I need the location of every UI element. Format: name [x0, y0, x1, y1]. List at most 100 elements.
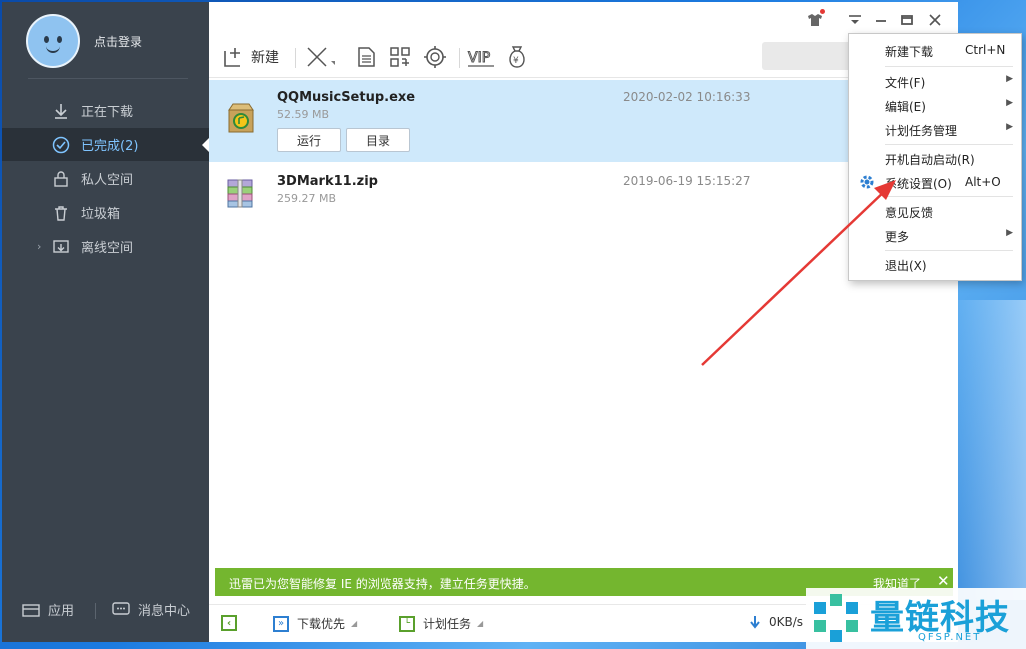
menu-item-label: 新建下载: [885, 45, 934, 59]
chevron-right-icon[interactable]: ›: [37, 240, 41, 253]
menu-item-label: 意见反馈: [885, 206, 934, 220]
skin-shirt-icon[interactable]: [807, 9, 825, 28]
menu-item-system-settings[interactable]: 系统设置(O) Alt+O: [849, 170, 1021, 194]
sidebar: 点击登录 正在下载 已完成(2) 私人空间 垃圾箱 › 离线空间 应用 消息中心: [2, 2, 209, 642]
menu-item-file[interactable]: 文件(F) ▶: [849, 69, 1021, 93]
speed-up-button[interactable]: [423, 44, 447, 70]
apps-icon: [22, 603, 40, 617]
minimize-icon[interactable]: [873, 12, 889, 28]
sidebar-item-label: 正在下载: [81, 105, 134, 120]
submenu-arrow-icon: ▶: [1006, 74, 1013, 84]
thunder-window: 点击登录 正在下载 已完成(2) 私人空间 垃圾箱 › 离线空间 应用 消息中心…: [2, 2, 958, 642]
lock-icon: [52, 170, 70, 188]
dropdown-triangle-icon: ◢: [477, 619, 484, 628]
new-file-plus-icon: [224, 48, 240, 67]
toolbar: 新建 VIP ¥: [209, 38, 958, 78]
menu-item-feedback[interactable]: 意见反馈: [849, 199, 1021, 223]
svg-text:¥: ¥: [513, 56, 519, 66]
qr-code-button[interactable]: [389, 44, 411, 70]
check-circle-icon: [52, 136, 70, 154]
sidebar-item-trash[interactable]: 垃圾箱: [2, 196, 209, 229]
money-bag-icon: ¥: [509, 46, 525, 68]
chat-bubble-icon: [112, 601, 130, 615]
menu-separator: [885, 66, 1013, 67]
trash-icon: [52, 204, 70, 222]
properties-button[interactable]: [355, 44, 377, 70]
sidebar-item-downloading[interactable]: 正在下载: [2, 94, 209, 127]
open-directory-button[interactable]: 目录: [346, 128, 410, 152]
sidebar-item-label: 已完成(2): [81, 139, 139, 154]
menu-item-label: 编辑(E): [885, 100, 926, 114]
file-name: QQMusicSetup.exe: [277, 90, 416, 105]
apps-button[interactable]: 应用: [22, 600, 74, 619]
menu-item-label: 更多: [885, 230, 910, 244]
download-speed-value: 0KB/s: [769, 615, 804, 629]
notice-text: 迅雷已为您智能修复 IE 的浏览器支持，建立任务更快捷。: [229, 577, 536, 591]
file-size: 259.27 MB: [277, 192, 337, 205]
menu-separator: [885, 144, 1013, 145]
delete-x-icon: [307, 47, 335, 67]
menu-item-shortcut: Ctrl+N: [965, 43, 1006, 57]
sidebar-divider: [28, 78, 188, 79]
menu-item-label: 计划任务管理: [885, 124, 958, 138]
run-button[interactable]: 运行: [277, 128, 341, 152]
vip-button[interactable]: VIP: [467, 44, 495, 70]
menu-dropdown-icon[interactable]: [847, 12, 863, 28]
new-task-label: 新建: [251, 50, 279, 66]
download-priority-label: 下载优先: [297, 617, 346, 631]
scheduled-task-dropdown[interactable]: └ 计划任务 ◢: [399, 615, 483, 632]
task-row-selected[interactable]: QQMusicSetup.exe 52.59 MB 2020-02-02 10:…: [209, 80, 958, 162]
avatar-mouth: [46, 46, 60, 53]
priority-chevrons-icon: »: [273, 615, 289, 632]
sidebar-item-private-space[interactable]: 私人空间: [2, 162, 209, 195]
download-priority-dropdown[interactable]: » 下载优先 ◢: [273, 615, 357, 632]
download-icon: [52, 102, 70, 120]
vip-icon: VIP: [468, 50, 494, 67]
dropdown-triangle-icon: ◢: [351, 619, 358, 628]
avatar-eye-right: [57, 36, 62, 43]
task-row[interactable]: 3DMark11.zip 259.27 MB 2019-06-19 15:15:…: [209, 164, 958, 246]
menu-item-exit[interactable]: 退出(X): [849, 252, 1021, 276]
new-task-button[interactable]: 新建: [223, 44, 279, 70]
menu-item-shortcut: Alt+O: [965, 175, 1001, 189]
sidebar-item-label: 垃圾箱: [81, 207, 121, 222]
avatar[interactable]: [26, 14, 80, 68]
message-center-button[interactable]: 消息中心: [112, 600, 190, 619]
submenu-arrow-icon: ▶: [1006, 228, 1013, 238]
menu-separator: [885, 250, 1013, 251]
menu-item-new-download[interactable]: 新建下载 Ctrl+N: [849, 38, 1021, 62]
sidebar-item-offline-space[interactable]: › 离线空间: [2, 230, 209, 263]
menu-item-auto-start[interactable]: 开机自动启动(R): [849, 146, 1021, 170]
file-size: 52.59 MB: [277, 108, 330, 121]
download-speed: 0KB/s: [749, 615, 803, 629]
title-bar: [209, 2, 958, 38]
login-link[interactable]: 点击登录: [94, 33, 142, 50]
menu-item-label: 系统设置(O): [885, 177, 952, 191]
watermark-logo: 量链科技 QFSP.NET: [806, 588, 1026, 649]
apps-label: 应用: [48, 604, 75, 619]
menu-item-edit[interactable]: 编辑(E) ▶: [849, 93, 1021, 117]
sidebar-bottom-bar: 应用 消息中心: [2, 600, 209, 624]
maximize-icon[interactable]: [899, 12, 915, 28]
collapse-sidebar-button[interactable]: ‹: [221, 615, 237, 631]
sidebar-item-completed[interactable]: 已完成(2): [2, 128, 209, 161]
menu-item-schedule-manager[interactable]: 计划任务管理 ▶: [849, 117, 1021, 141]
message-center-label: 消息中心: [138, 604, 191, 619]
cloud-download-icon: [52, 238, 70, 256]
main-panel: 新建 VIP ¥ QQMusicSetup.exe 52.59 MB 2020-…: [209, 2, 958, 642]
sidebar-bottom-divider: [95, 603, 96, 619]
sidebar-item-label: 私人空间: [81, 173, 134, 188]
download-arrow-icon: [750, 616, 760, 629]
avatar-eye-left: [44, 36, 49, 43]
menu-item-label: 文件(F): [885, 76, 926, 90]
wallet-button[interactable]: ¥: [505, 44, 529, 70]
menu-item-label: 退出(X): [885, 259, 927, 273]
delete-button[interactable]: [305, 44, 337, 70]
close-icon[interactable]: [927, 12, 943, 28]
notification-dot: [820, 9, 825, 14]
brand-logo-icon: [814, 594, 858, 642]
menu-item-more[interactable]: 更多 ▶: [849, 223, 1021, 247]
file-date: 2020-02-02 10:16:33: [623, 90, 751, 104]
gear-spinner-icon: [424, 46, 446, 68]
toolbar-divider: [459, 48, 460, 68]
